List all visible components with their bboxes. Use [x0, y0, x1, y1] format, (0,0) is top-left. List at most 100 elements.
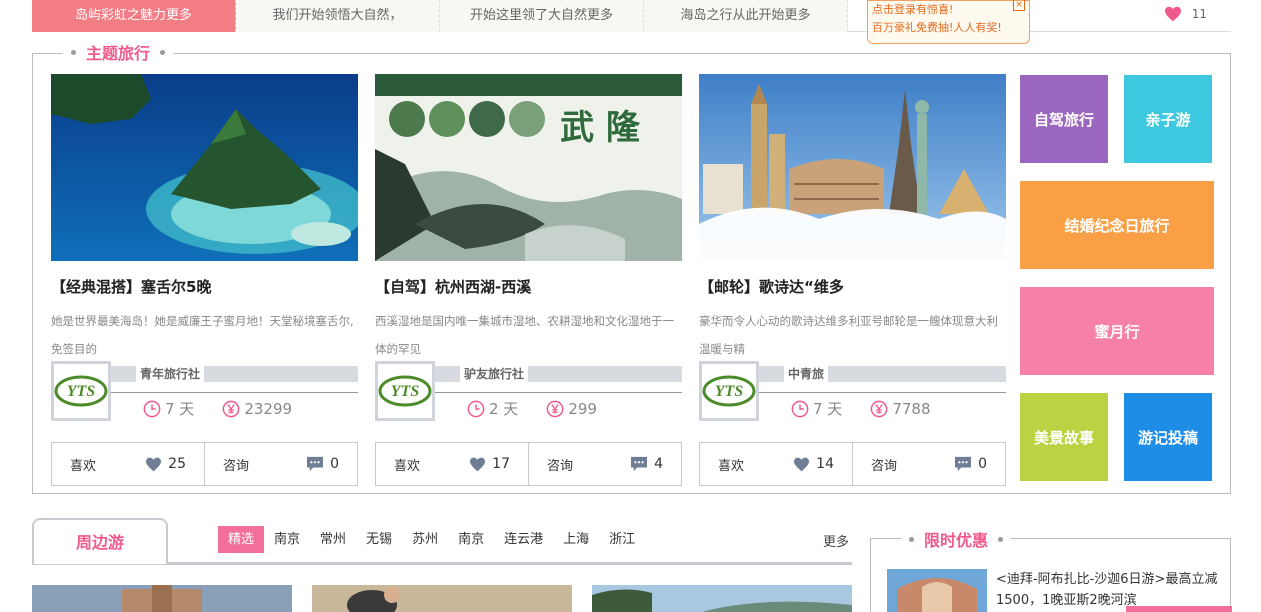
city-changzhou[interactable]: 常州: [310, 526, 356, 553]
trip-price: 299: [568, 399, 597, 418]
island-image[interactable]: [51, 74, 358, 261]
dubai-image[interactable]: [887, 569, 987, 612]
agency-name[interactable]: 中青旅: [784, 365, 829, 382]
trip-price: 7788: [892, 399, 931, 418]
card-title[interactable]: 【邮轮】歌诗达“维多: [699, 276, 1006, 298]
divider-dot: [909, 536, 914, 542]
agency-name[interactable]: 青年旅行社: [136, 365, 205, 382]
card-description: 豪华而令人心动的歌诗达维多利亚号邮轮是一艘体现意大利温暖与精: [699, 314, 998, 356]
consult-label: 咨询: [223, 458, 250, 474]
city-nanjing[interactable]: 南京: [264, 526, 310, 553]
like-count: 17: [492, 456, 510, 472]
consult-label: 咨询: [547, 458, 574, 474]
like-label: 喜欢: [70, 458, 97, 474]
top-tab-1[interactable]: 岛屿彩虹之魅力更多: [32, 0, 236, 32]
chat-icon: [307, 456, 324, 472]
tile-scenery-stories[interactable]: 美景故事: [1020, 393, 1108, 481]
divider-dot: [71, 49, 76, 55]
limited-offers-section: 限时优惠 <迪拜-阿布扎比-沙迦6日游>最高立减1500，1晚亚斯2晚河滨: [870, 527, 1232, 612]
agency-row: YTS 青年旅行社 7 天 23299: [51, 361, 358, 421]
wulong-text: 武 隆: [560, 108, 641, 148]
nearby-tab[interactable]: 周边游: [32, 518, 168, 564]
close-icon[interactable]: ×: [1013, 0, 1025, 11]
nearby-thumb[interactable]: [312, 585, 572, 612]
section-title: 主题旅行: [86, 44, 151, 63]
card-footer: 喜欢 17 咨询 4: [375, 442, 682, 486]
consult-button[interactable]: 咨询 0: [852, 443, 1005, 485]
offer-text[interactable]: <迪拜-阿布扎比-沙迦6日游>最高立减1500，1晚亚斯2晚河滨: [996, 569, 1226, 611]
login-promo[interactable]: 点击登录有惊喜! 百万豪礼免费抽!人人有奖! ×: [867, 0, 1030, 44]
nearby-section: 周边游 精选 南京 常州 无锡 苏州 南京 连云港 上海 浙江 更多: [32, 518, 852, 612]
section-title-wrap: 主题旅行: [63, 40, 174, 64]
agency-divider: [435, 392, 682, 393]
yen-icon: [546, 400, 564, 417]
city-wuxi[interactable]: 无锡: [356, 526, 402, 553]
like-count: 14: [816, 456, 834, 472]
card-title[interactable]: 【经典混搭】塞舌尔5晚: [51, 276, 358, 298]
limited-title: 限时优惠: [924, 531, 989, 550]
consult-count: 0: [978, 456, 987, 472]
chat-icon: [631, 456, 648, 472]
tile-submit-travelogue[interactable]: 游记投稿: [1124, 393, 1212, 481]
card-footer: 喜欢 25 咨询 0: [51, 442, 358, 486]
tile-family[interactable]: 亲子游: [1124, 75, 1212, 163]
heart-icon: [1164, 6, 1181, 22]
tile-honeymoon[interactable]: 蜜月行: [1020, 287, 1214, 375]
chat-icon: [955, 456, 972, 472]
divider-dot: [998, 536, 1004, 542]
agency-row: YTS 中青旅 7 天 7788: [699, 361, 1006, 421]
like-button[interactable]: 喜欢 25: [52, 443, 204, 485]
tile-anniversary[interactable]: 结婚纪念日旅行: [1020, 181, 1214, 269]
top-tab-4[interactable]: 海岛之行从此开始更多: [644, 0, 848, 32]
top-tab-2[interactable]: 我们开始领悟大自然，: [236, 0, 440, 32]
tile-self-drive[interactable]: 自驾旅行: [1020, 75, 1108, 163]
city-nanjing-2[interactable]: 南京: [448, 526, 494, 553]
city-suzhou[interactable]: 苏州: [402, 526, 448, 553]
agency-name[interactable]: 驴友旅行社: [460, 365, 529, 382]
nearby-thumb[interactable]: [32, 585, 292, 612]
likes-count: 11: [1191, 7, 1207, 21]
agency-divider: [111, 392, 358, 393]
agency-logo: YTS: [51, 361, 111, 421]
like-label: 喜欢: [394, 458, 421, 474]
wulong-image[interactable]: 武 隆: [375, 74, 682, 261]
top-tabs: 岛屿彩虹之魅力更多 我们开始领悟大自然， 开始这里领了大自然更多 海岛之行从此开…: [32, 0, 848, 32]
yen-icon: [222, 400, 240, 417]
travel-card[interactable]: 【邮轮】歌诗达“维多 豪华而令人心动的歌诗达维多利亚号邮轮是一艘体现意大利温暖与…: [699, 74, 1006, 421]
like-button[interactable]: 喜欢 17: [376, 443, 528, 485]
card-description: 她是世界最美海岛！她是威廉王子蜜月地！天堂秘境塞舌尔,免签目的: [51, 314, 354, 356]
landmarks-image[interactable]: [699, 74, 1006, 261]
trip-days: 7 天: [813, 400, 843, 418]
consult-button[interactable]: 咨询 0: [204, 443, 357, 485]
city-featured[interactable]: 精选: [218, 526, 265, 553]
divider-dot: [160, 49, 166, 55]
yen-icon: [870, 400, 888, 417]
theme-travel-section: 主题旅行 【经典混搭】塞舌尔5晚 她是世界最美海岛！她是威廉王子蜜月地！天堂秘境…: [32, 40, 1231, 494]
heart-icon: [470, 457, 486, 471]
card-meta: 2 天 299: [467, 398, 597, 419]
city-shanghai[interactable]: 上海: [553, 526, 599, 553]
limited-title-wrap: 限时优惠: [901, 527, 1012, 551]
like-button[interactable]: 喜欢 14: [700, 443, 852, 485]
top-strip: 岛屿彩虹之魅力更多 我们开始领悟大自然， 开始这里领了大自然更多 海岛之行从此开…: [32, 0, 1231, 44]
city-lianyungang[interactable]: 连云港: [494, 526, 553, 553]
offer-accent-bar: [1126, 606, 1232, 612]
likes-counter[interactable]: 11: [1164, 6, 1207, 22]
more-link[interactable]: 更多: [823, 531, 849, 550]
trip-price: 23299: [244, 399, 293, 418]
travel-card[interactable]: 【经典混搭】塞舌尔5晚 她是世界最美海岛！她是威廉王子蜜月地！天堂秘境塞舌尔,免…: [51, 74, 358, 421]
city-filter: 精选 南京 常州 无锡 苏州 南京 连云港 上海 浙江: [218, 526, 645, 553]
card-footer: 喜欢 14 咨询 0: [699, 442, 1006, 486]
agency-logo: YTS: [699, 361, 759, 421]
consult-label: 咨询: [871, 458, 898, 474]
svg-text:YTS: YTS: [67, 383, 96, 400]
trip-days: 2 天: [489, 400, 519, 418]
city-zhejiang[interactable]: 浙江: [599, 526, 645, 553]
top-tab-3[interactable]: 开始这里领了大自然更多: [440, 0, 644, 32]
nearby-thumb[interactable]: [592, 585, 852, 612]
like-label: 喜欢: [718, 458, 745, 474]
consult-count: 4: [654, 456, 663, 472]
travel-card[interactable]: 武 隆 【自驾】杭州西湖-西溪 西溪湿地是国内唯一集城市湿地、农耕湿地和文化湿地…: [375, 74, 682, 421]
card-title[interactable]: 【自驾】杭州西湖-西溪: [375, 276, 682, 298]
consult-button[interactable]: 咨询 4: [528, 443, 681, 485]
